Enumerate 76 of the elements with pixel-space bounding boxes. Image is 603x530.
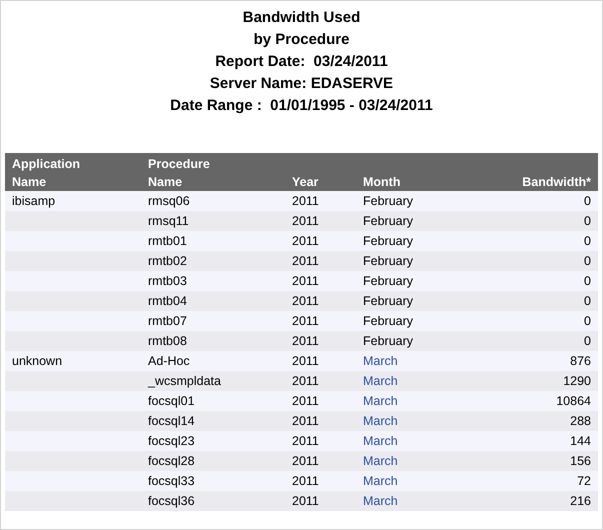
month-link[interactable]: March [363, 394, 398, 408]
table-cell: February [363, 334, 414, 348]
table-cell: rmsq06 [148, 194, 190, 208]
table-cell: February [363, 254, 414, 268]
month-link[interactable]: March [363, 474, 398, 488]
month-link[interactable]: March [363, 494, 398, 508]
report-title-line: Bandwidth Used [242, 8, 360, 28]
table-cell: 2011 [292, 234, 319, 248]
month-link[interactable]: March [363, 434, 398, 448]
table-cell: 2011 [292, 214, 319, 228]
table-cell: February [363, 274, 414, 288]
table-cell-text: 10864 [556, 392, 591, 410]
table-cell-text: 1290 [563, 372, 591, 390]
table-cell: focsql33 [148, 474, 195, 488]
table-cell: focsql23 [148, 434, 195, 448]
table-cell-text: 216 [570, 492, 591, 510]
table-cell-text: 0 [584, 272, 591, 290]
table-cell: 2011 [292, 474, 319, 488]
table-cell: February [363, 234, 414, 248]
table-cell-text: 876 [570, 352, 591, 370]
table-cell: rmtb07 [148, 314, 187, 328]
table-cell: 2011 [292, 454, 319, 468]
table-cell: rmsq11 [148, 214, 189, 228]
column-header: Year [292, 174, 320, 191]
table-cell: 2011 [292, 374, 319, 388]
table-cell-text: 144 [570, 432, 591, 450]
table-cell-text: 0 [584, 232, 591, 250]
table-cell-text: 0 [584, 252, 591, 270]
table-cell: 2011 [292, 334, 319, 348]
table-cell-text: 156 [570, 452, 591, 470]
table-cell: rmtb04 [148, 294, 187, 308]
table-cell: 2011 [292, 354, 319, 368]
table-cell: focsql36 [148, 494, 195, 508]
month-link[interactable]: March [363, 454, 398, 468]
table-cell: Ad-Hoc [148, 354, 190, 368]
table-cell: February [363, 214, 414, 228]
report-title-line: Report Date: 03/24/2011 [215, 52, 388, 72]
table-cell: rmtb02 [148, 254, 187, 268]
table-cell: 2011 [292, 414, 319, 428]
table-cell: 2011 [292, 274, 319, 288]
table-cell-text: 0 [584, 292, 591, 310]
table-cell: February [363, 194, 414, 208]
month-link[interactable]: March [363, 354, 398, 368]
report-title-line: Date Range : 01/01/1995 - 03/24/2011 [170, 96, 433, 116]
report-title-line: by Procedure [254, 30, 350, 50]
table-cell: 2011 [292, 494, 319, 508]
column-header: Month [363, 174, 402, 191]
table-cell: ibisamp [12, 194, 56, 208]
table-cell-text: 0 [584, 332, 591, 350]
table-cell: 2011 [292, 434, 319, 448]
table-cell: 2011 [292, 294, 319, 308]
table-cell: February [363, 294, 414, 308]
table-cell: February [363, 314, 414, 328]
month-link[interactable]: March [363, 374, 398, 388]
column-header: Procedure Name [148, 156, 211, 191]
table-cell: focsql14 [148, 414, 195, 428]
table-cell: 2011 [292, 314, 319, 328]
table-cell: 2011 [292, 394, 319, 408]
column-header: Bandwidth* [521, 174, 591, 191]
table-cell: rmtb01 [148, 234, 187, 248]
table-cell: rmtb03 [148, 274, 187, 288]
column-header: Application Name [12, 156, 82, 191]
month-link[interactable]: March [363, 414, 398, 428]
table-cell-text: 288 [570, 412, 591, 430]
table-cell-text: 0 [584, 312, 591, 330]
table-cell: rmtb08 [148, 334, 187, 348]
table-cell: focsql01 [148, 394, 195, 408]
table-cell: unknown [12, 354, 62, 368]
table-cell-text: 0 [584, 192, 591, 210]
table-cell-text: 0 [584, 212, 591, 230]
table-cell: _wcsmpldata [148, 374, 221, 388]
table-cell: 2011 [292, 194, 319, 208]
table-cell: 2011 [292, 254, 319, 268]
table-cell-text: 72 [577, 472, 591, 490]
table-cell: focsql28 [148, 454, 195, 468]
report-title-line: Server Name: EDASERVE [210, 74, 394, 94]
